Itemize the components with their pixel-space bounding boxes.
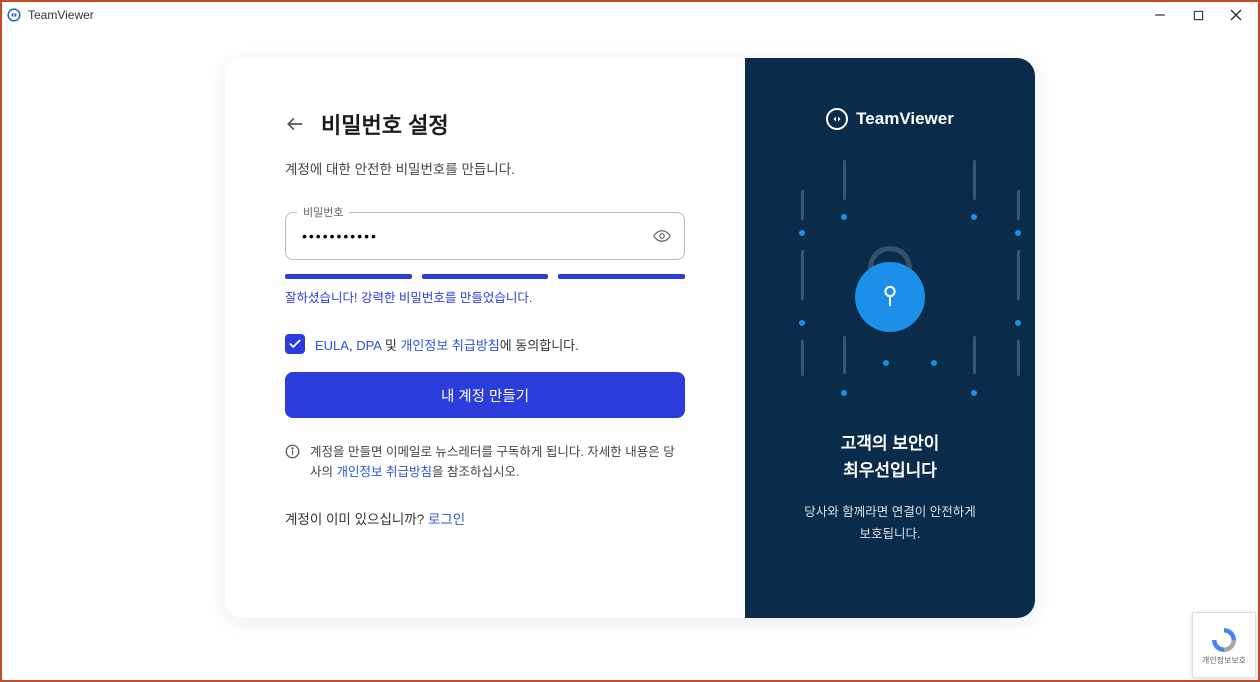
titlebar: TeamViewer [2,2,1258,28]
form-panel: 비밀번호 설정 계정에 대한 안전한 비밀번호를 만듭니다. 비밀번호 잘하셨습… [225,58,745,618]
security-illustration [773,160,1007,420]
password-strength-meter [285,274,685,279]
eye-icon[interactable] [653,227,671,245]
privacy-link[interactable]: 개인정보 취급방침 [400,338,499,353]
app-icon [6,7,22,23]
back-arrow-icon[interactable] [285,114,305,134]
signin-link[interactable]: 로그인 [428,512,465,527]
consent-row: EULA, DPA 및 개인정보 취급방침에 동의합니다. [285,334,685,354]
password-field-wrap: 비밀번호 [285,212,685,260]
maximize-button[interactable] [1188,5,1208,25]
signin-row: 계정이 이미 있으십니까? 로그인 [285,508,685,528]
window-title: TeamViewer [28,8,94,22]
password-strength-text: 잘하셨습니다! 강력한 비밀번호를 만들었습니다. [285,287,685,306]
password-label: 비밀번호 [297,204,349,220]
page-subtitle: 계정에 대한 안전한 비밀번호를 만듭니다. [285,158,685,178]
minimize-button[interactable] [1150,5,1170,25]
page-title: 비밀번호 설정 [321,108,449,140]
consent-checkbox[interactable] [285,334,305,354]
close-button[interactable] [1226,5,1246,25]
promo-description: 당사와 함께라면 연결이 안전하게 보호됩니다. [804,502,975,545]
signup-card: 비밀번호 설정 계정에 대한 안전한 비밀번호를 만듭니다. 비밀번호 잘하셨습… [225,58,1035,618]
brand-text: TeamViewer [856,109,954,129]
consent-text: EULA, DPA 및 개인정보 취급방침에 동의합니다. [315,335,579,354]
eula-link[interactable]: EULA [315,338,349,353]
promo-panel: TeamViewer [745,58,1035,618]
logo-mark-icon [826,108,848,130]
promo-title: 고객의 보안이 최우선입니다 [841,430,940,484]
recaptcha-badge[interactable]: 개인정보보호 [1192,612,1256,678]
teamviewer-logo: TeamViewer [826,108,954,130]
recaptcha-icon [1209,625,1239,655]
strength-bar [285,274,412,279]
create-account-button[interactable]: 내 계정 만들기 [285,372,685,418]
strength-bar [422,274,549,279]
lock-icon [855,262,925,332]
dpa-link[interactable]: DPA [356,338,381,353]
recaptcha-label: 개인정보보호 [1202,655,1246,666]
newsletter-info: 계정을 만들면 이메일로 뉴스레터를 구독하게 됩니다. 자세한 내용은 당사의… [285,442,685,482]
info-icon [285,444,300,482]
strength-bar [558,274,685,279]
privacy-link-2[interactable]: 개인정보 취급방침 [336,465,431,479]
